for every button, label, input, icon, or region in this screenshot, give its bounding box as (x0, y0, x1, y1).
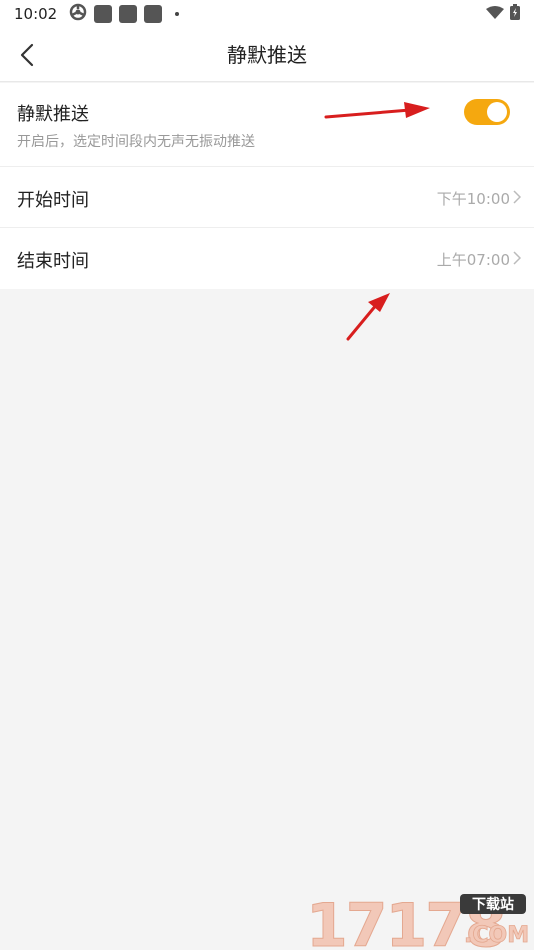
start-time-row[interactable]: 开始时间 下午10:00 (0, 167, 534, 228)
svg-text:下载站: 下载站 (472, 896, 514, 913)
status-icons-right (486, 4, 520, 24)
watermark-logo: 17178 下载站 .COM (302, 890, 532, 950)
chevron-right-icon (513, 251, 521, 265)
app-icon (119, 5, 138, 23)
svg-text:.COM: .COM (464, 923, 529, 948)
end-time-row[interactable]: 结束时间 上午07:00 (0, 228, 534, 289)
wifi-icon (486, 5, 504, 24)
end-time-value: 上午07:00 (436, 251, 510, 269)
app-icon (144, 5, 163, 23)
chevron-right-icon (513, 190, 521, 204)
status-time: 10:02 (14, 5, 58, 23)
sync-icon (69, 3, 87, 25)
end-time-title: 结束时间 (17, 251, 89, 272)
dot-icon (175, 12, 180, 16)
start-time-value: 下午10:00 (436, 190, 510, 208)
toggle-knob (487, 102, 507, 122)
silent-push-toggle[interactable] (464, 99, 510, 125)
status-bar: 10:02 (0, 0, 534, 28)
annotation-arrow-time (346, 293, 390, 341)
status-icons-left (69, 3, 180, 25)
nav-bar: 静默推送 (0, 28, 534, 82)
back-arrow-icon (20, 43, 34, 67)
settings-list: 静默推送 开启后，选定时间段内无声无振动推送 开始时间 下午10:00 结束时间… (0, 83, 534, 289)
silent-push-title: 静默推送 (17, 104, 89, 125)
app-icon (94, 5, 113, 23)
silent-push-row: 静默推送 开启后，选定时间段内无声无振动推送 (0, 83, 534, 167)
start-time-title: 开始时间 (17, 190, 89, 211)
silent-push-description: 开启后，选定时间段内无声无振动推送 (17, 134, 255, 150)
page-title: 静默推送 (227, 43, 307, 67)
back-button[interactable] (10, 37, 44, 73)
battery-icon (510, 4, 520, 24)
